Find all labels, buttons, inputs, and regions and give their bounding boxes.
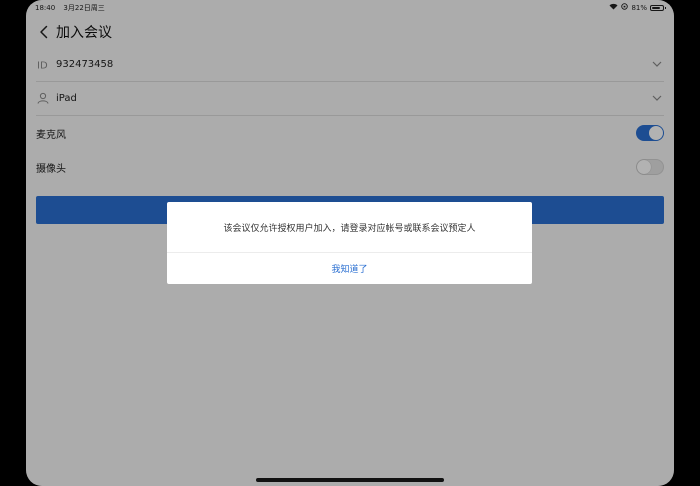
alert-dialog: 该会议仅允许授权用户加入，请登录对应帐号或联系会议预定人 我知道了 <box>167 202 532 284</box>
app-screen: 18:40 3月22日周三 81% 加入会议 ID 932473458 iPad… <box>26 0 674 486</box>
home-indicator[interactable] <box>256 478 444 482</box>
dialog-message: 该会议仅允许授权用户加入，请登录对应帐号或联系会议预定人 <box>167 202 532 253</box>
dialog-confirm-button[interactable]: 我知道了 <box>167 253 532 284</box>
